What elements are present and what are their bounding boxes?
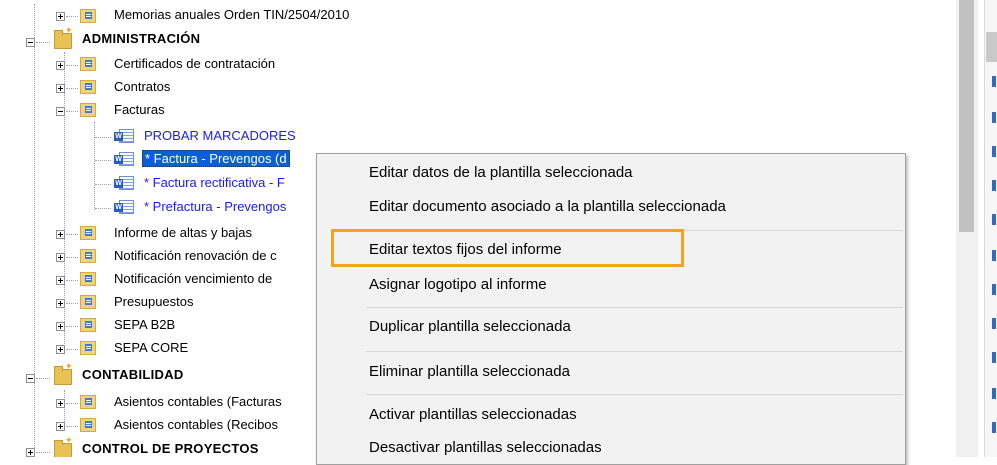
section-label: ADMINISTRACIÓN	[82, 31, 201, 46]
expand-icon[interactable]	[56, 322, 65, 331]
expand-icon[interactable]	[56, 230, 65, 239]
collapse-icon[interactable]	[56, 107, 65, 116]
tree-item-label: Certificados de contratación	[114, 56, 276, 71]
folder-icon	[54, 361, 73, 385]
panel-marker	[992, 180, 996, 191]
adjacent-panel-edge	[984, 0, 997, 457]
menu-separator	[366, 394, 903, 395]
expand-icon[interactable]	[56, 84, 65, 93]
collapse-icon[interactable]	[26, 38, 35, 47]
menu-separator	[366, 307, 903, 308]
report-folder-icon	[80, 395, 96, 409]
word-document-icon: W	[114, 176, 134, 190]
panel-marker	[992, 112, 996, 123]
tree-item-contratos[interactable]: Contratos	[0, 76, 420, 98]
report-folder-icon	[80, 295, 96, 309]
panel-marker	[992, 422, 996, 433]
report-folder-icon	[80, 272, 96, 286]
panel-marker	[992, 146, 996, 157]
expand-icon[interactable]	[56, 253, 65, 262]
tree-item-label: Asientos contables (Facturas	[114, 394, 282, 409]
word-document-icon: W	[114, 129, 134, 143]
report-folder-icon	[80, 80, 96, 94]
collapse-icon[interactable]	[26, 374, 35, 383]
tree-item-certificados[interactable]: Certificados de contratación	[0, 53, 420, 75]
report-folder-icon	[80, 341, 96, 355]
template-probar-marcadores[interactable]: W PROBAR MARCADORES	[0, 125, 420, 147]
panel-marker	[992, 318, 996, 329]
panel-marker	[992, 76, 996, 87]
vertical-scrollbar[interactable]	[956, 0, 978, 457]
panel-marker	[992, 214, 996, 225]
expand-icon[interactable]	[56, 422, 65, 431]
tree-item-label: Notificación renovación de c	[114, 248, 277, 263]
expand-icon[interactable]	[56, 299, 65, 308]
panel-header-block	[986, 32, 997, 62]
template-label: * Factura rectificativa - F	[144, 175, 285, 190]
menu-separator	[366, 351, 903, 352]
menu-item-eliminar[interactable]: Eliminar plantilla seleccionada	[369, 363, 570, 380]
report-folder-icon	[80, 418, 96, 432]
folder-icon	[54, 435, 73, 457]
tree-item-label: SEPA CORE	[114, 340, 189, 355]
panel-marker	[992, 352, 996, 363]
folder-icon	[54, 25, 73, 49]
panel-marker	[992, 250, 996, 261]
expand-icon[interactable]	[26, 448, 35, 457]
expand-icon[interactable]	[56, 399, 65, 408]
expand-icon[interactable]	[56, 276, 65, 285]
report-folder-icon	[80, 318, 96, 332]
tree-item-label: Contratos	[114, 79, 171, 94]
menu-item-editar-documento[interactable]: Editar documento asociado a la plantilla…	[369, 198, 726, 215]
menu-item-asignar-logotipo[interactable]: Asignar logotipo al informe	[369, 276, 547, 293]
panel-marker	[992, 388, 996, 399]
expand-icon[interactable]	[56, 12, 65, 21]
menu-item-duplicar[interactable]: Duplicar plantilla seleccionada	[369, 318, 571, 335]
tree-item-label: Facturas	[114, 102, 165, 117]
word-document-icon: W	[114, 152, 134, 166]
expand-icon[interactable]	[56, 345, 65, 354]
menu-item-activar[interactable]: Activar plantillas seleccionadas	[369, 406, 577, 423]
report-folder-icon	[80, 9, 96, 23]
annotation-highlight-box	[331, 229, 684, 267]
tree-item-label: Notificación vencimiento de	[114, 271, 273, 286]
tree-item-label: Memorias anuales Orden TIN/2504/2010	[114, 7, 350, 22]
report-folder-icon	[80, 103, 96, 117]
tree-item-label: Presupuestos	[114, 294, 194, 309]
menu-item-desactivar[interactable]: Desactivar plantillas seleccionadas	[369, 439, 602, 456]
tree-item-label: Informe de altas y bajas	[114, 225, 253, 240]
tree-item-memorias[interactable]: Memorias anuales Orden TIN/2504/2010	[0, 4, 420, 26]
menu-item-editar-datos[interactable]: Editar datos de la plantilla seleccionad…	[369, 164, 633, 181]
expand-icon[interactable]	[56, 61, 65, 70]
section-label: CONTABILIDAD	[82, 367, 184, 382]
tree-section-administracion[interactable]: ADMINISTRACIÓN	[0, 25, 420, 50]
report-folder-icon	[80, 226, 96, 240]
template-label-selected: * Factura - Prevengos (d	[142, 150, 290, 167]
template-label: PROBAR MARCADORES	[144, 128, 296, 143]
report-folder-icon	[80, 249, 96, 263]
panel-marker	[992, 284, 996, 295]
tree-item-facturas[interactable]: Facturas	[0, 99, 420, 121]
word-document-icon: W	[114, 200, 134, 214]
report-folder-icon	[80, 57, 96, 71]
tree-item-label: SEPA B2B	[114, 317, 176, 332]
tree-item-label: Asientos contables (Recibos	[114, 417, 279, 432]
context-menu: Editar datos de la plantilla seleccionad…	[316, 153, 906, 465]
section-label: CONTROL DE PROYECTOS	[82, 441, 259, 456]
template-label: * Prefactura - Prevengos	[144, 199, 287, 214]
scrollbar-thumb[interactable]	[959, 0, 974, 232]
